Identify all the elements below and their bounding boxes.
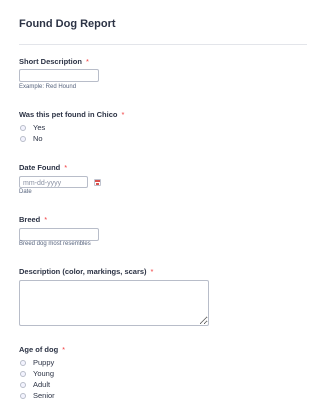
date-found-label: Date Found * (19, 163, 67, 172)
date-placeholder: mm-dd-yyyy (23, 180, 62, 187)
radio-option-no[interactable]: No (20, 133, 43, 144)
short-description-hint: Example: Red Hound (19, 84, 77, 90)
description-label: Description (color, markings, scars) * (19, 267, 153, 276)
short-description-label: Short Description * (19, 57, 89, 66)
radio-option-senior[interactable]: Senior (20, 390, 55, 401)
short-description-label-text: Short Description (19, 57, 82, 66)
radio-label-young: Young (33, 369, 54, 378)
description-label-text: Description (color, markings, scars) (19, 267, 147, 276)
found-in-chico-label: Was this pet found in Chico * (19, 110, 124, 119)
required-asterisk: * (62, 345, 66, 354)
age-label: Age of dog * (19, 345, 65, 354)
radio-option-adult[interactable]: Adult (20, 379, 50, 390)
breed-label: Breed * (19, 215, 47, 224)
radio-label-adult: Adult (33, 380, 51, 389)
required-asterisk: * (44, 215, 48, 224)
breed-label-text: Breed (19, 215, 41, 224)
required-asterisk: * (150, 267, 154, 276)
radio-label-yes: Yes (33, 123, 46, 132)
radio-button[interactable] (20, 370, 26, 377)
date-found-hint: Date (19, 189, 32, 195)
radio-button[interactable] (20, 124, 26, 131)
radio-option-yes[interactable]: Yes (20, 122, 45, 133)
date-found-input[interactable]: mm-dd-yyyy (19, 176, 88, 188)
radio-option-young[interactable]: Young (20, 368, 54, 379)
radio-button[interactable] (20, 381, 26, 388)
found-in-chico-label-text: Was this pet found in Chico (19, 110, 118, 119)
calendar-icon[interactable] (94, 179, 101, 186)
short-description-input[interactable] (19, 69, 99, 82)
header-divider (19, 44, 307, 45)
radio-label-no: No (33, 134, 43, 143)
required-asterisk: * (85, 57, 89, 66)
radio-option-puppy[interactable]: Puppy (20, 357, 54, 368)
date-found-label-text: Date Found (19, 163, 61, 172)
age-label-text: Age of dog (19, 345, 59, 354)
form-title: Found Dog Report (19, 18, 116, 30)
radio-label-puppy: Puppy (33, 358, 55, 367)
radio-button[interactable] (20, 359, 26, 366)
breed-hint: Breed dog most resembles (19, 241, 91, 247)
required-asterisk: * (121, 110, 125, 119)
radio-button[interactable] (20, 392, 26, 399)
radio-label-senior: Senior (33, 391, 55, 400)
breed-input[interactable] (19, 228, 99, 241)
radio-button[interactable] (20, 135, 26, 142)
required-asterisk: * (64, 163, 68, 172)
description-textarea[interactable] (19, 280, 209, 326)
